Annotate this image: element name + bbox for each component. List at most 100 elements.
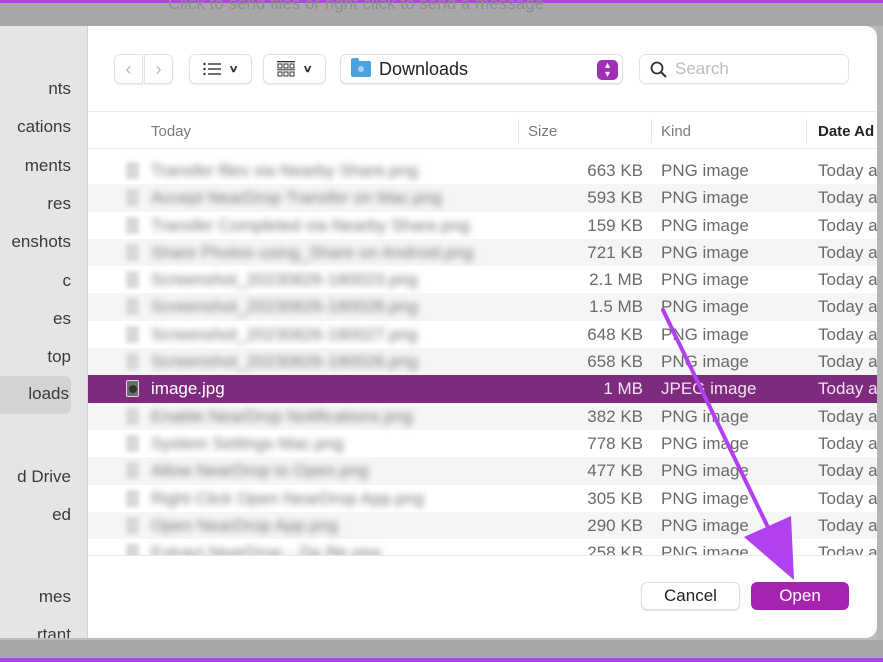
file-row[interactable]: Transfer files via Nearby Share.png 663 K… bbox=[88, 157, 877, 184]
file-row[interactable]: Right Click Open NearDrop App.png 305 KB P… bbox=[88, 485, 877, 512]
file-size: 258 KB bbox=[587, 543, 643, 555]
file-row[interactable]: System Settings Mac.png 778 KB PNG image To… bbox=[88, 430, 877, 457]
chevron-down-icon: ∨ bbox=[302, 63, 314, 75]
file-name: Extract NearDrop - Zip file.png bbox=[151, 543, 381, 555]
file-date-added: Today a bbox=[818, 242, 877, 262]
sidebar-item-downloads[interactable]: loads bbox=[0, 376, 71, 414]
column-header: Today Size Kind Date Ad bbox=[88, 111, 877, 149]
column-date-added[interactable]: Date Ad bbox=[818, 123, 874, 140]
file-name: Screenshot_20230826-180027.png bbox=[151, 324, 418, 344]
file-size: 721 KB bbox=[587, 242, 643, 262]
file-row[interactable]: Screenshot_20230826-180027.png 648 KB PNG … bbox=[88, 321, 877, 348]
file-kind: JPEG image bbox=[661, 379, 757, 399]
file-row[interactable]: Open NearDrop App.png 290 KB PNG image Toda… bbox=[88, 511, 877, 540]
file-row[interactable]: Screenshot_20230826-180023.png 2.1 MB PNG … bbox=[88, 266, 877, 293]
back-button[interactable]: ‹ bbox=[114, 54, 143, 84]
file-name: Allow NearDrop to Open.png bbox=[151, 461, 369, 481]
column-divider[interactable] bbox=[518, 119, 519, 143]
file-date-added: Today a bbox=[818, 324, 877, 344]
location-popup[interactable]: Downloads ▴ ▾ bbox=[340, 54, 623, 84]
sidebar-item-tag-important[interactable]: rtant bbox=[37, 625, 71, 638]
search-icon bbox=[650, 61, 667, 78]
file-row[interactable]: Allow NearDrop to Open.png 477 KB PNG imag… bbox=[88, 457, 877, 485]
file-row[interactable]: Transfer Completed via Nearby Share.png 1… bbox=[88, 212, 877, 239]
chevron-down-icon: ∨ bbox=[228, 63, 240, 75]
file-row[interactable]: Enable NearDrop Notifications.png 382 KB P… bbox=[88, 402, 877, 430]
file-icon bbox=[126, 434, 139, 452]
sidebar-item-icloud-drive[interactable]: d Drive bbox=[17, 467, 71, 487]
file-date-added: Today a bbox=[818, 488, 877, 508]
open-button[interactable]: Open bbox=[751, 582, 849, 610]
forward-button[interactable]: › bbox=[144, 54, 173, 84]
sidebar-item-applications[interactable]: cations bbox=[17, 117, 71, 137]
file-date-added: Today a bbox=[818, 543, 877, 555]
file-date-added: Today a bbox=[818, 352, 877, 372]
file-name: Transfer Completed via Nearby Share.png bbox=[151, 215, 470, 235]
file-size: 778 KB bbox=[587, 433, 643, 453]
sidebar-item-documents[interactable]: ments bbox=[25, 156, 71, 176]
column-divider[interactable] bbox=[806, 119, 807, 143]
column-size[interactable]: Size bbox=[528, 123, 557, 140]
search-field[interactable] bbox=[639, 54, 849, 84]
file-name: Accept NearDrop Transfer on Mac.png bbox=[151, 188, 443, 208]
file-date-added: Today a bbox=[818, 515, 877, 535]
file-row[interactable]: Screenshot_20230826-180028.png 1.5 MB PNG … bbox=[88, 293, 877, 321]
up-down-chevron-icon[interactable]: ▴ ▾ bbox=[597, 60, 618, 80]
file-name: Screenshot_20230826-180028.png bbox=[151, 352, 418, 372]
file-date-added: Today a bbox=[818, 461, 877, 481]
sidebar-item-recents[interactable]: nts bbox=[48, 79, 71, 99]
chevron-left-icon: ‹ bbox=[125, 58, 132, 79]
chevron-right-icon: › bbox=[155, 58, 162, 79]
file-kind: PNG image bbox=[661, 406, 749, 426]
column-name[interactable]: Today bbox=[151, 123, 191, 140]
column-divider[interactable] bbox=[651, 119, 652, 143]
file-icon bbox=[126, 353, 139, 371]
file-kind: PNG image bbox=[661, 324, 749, 344]
sidebar-item-screenshots[interactable]: enshots bbox=[11, 232, 71, 252]
file-icon bbox=[126, 216, 139, 234]
sidebar-item-music[interactable]: c bbox=[63, 271, 72, 291]
file-icon bbox=[126, 516, 139, 534]
file-date-added: Today a bbox=[818, 433, 877, 453]
file-kind: PNG image bbox=[661, 270, 749, 290]
frame-bottom-border bbox=[0, 658, 883, 662]
file-date-added: Today a bbox=[818, 297, 877, 317]
cancel-button[interactable]: Cancel bbox=[641, 582, 740, 610]
file-date-added: Today a bbox=[818, 270, 877, 290]
search-input[interactable] bbox=[675, 59, 835, 79]
sidebar-item-pictures[interactable]: res bbox=[47, 194, 71, 214]
file-row[interactable]: Extract NearDrop - Zip file.png 258 KB PNG… bbox=[88, 539, 877, 555]
file-date-added: Today a bbox=[818, 188, 877, 208]
file-name: Enable NearDrop Notifications.png bbox=[151, 406, 413, 426]
file-kind: PNG image bbox=[661, 352, 749, 372]
list-view-button[interactable]: ∨ bbox=[189, 54, 252, 84]
file-icon bbox=[126, 271, 139, 289]
location-label: Downloads bbox=[379, 58, 469, 79]
file-kind: PNG image bbox=[661, 242, 749, 262]
file-row[interactable]: Screenshot_20230826-180028.png 658 KB PNG … bbox=[88, 348, 877, 376]
file-row-selected[interactable]: image.jpg 1 MB JPEG image Today a bbox=[88, 375, 877, 403]
file-size: 290 KB bbox=[587, 515, 643, 535]
sidebar: nts cations ments res enshots c es top l… bbox=[0, 26, 88, 638]
file-name: Screenshot_20230826-180023.png bbox=[151, 270, 418, 290]
sidebar-item-tag-games[interactable]: mes bbox=[39, 587, 71, 607]
file-icon bbox=[126, 189, 139, 207]
file-icon bbox=[126, 243, 139, 261]
file-date-added: Today a bbox=[818, 161, 877, 180]
file-icon bbox=[126, 325, 139, 343]
file-size: 305 KB bbox=[587, 488, 643, 508]
background-hint-text: Click to send files or right click to se… bbox=[168, 0, 545, 13]
file-size: 663 KB bbox=[587, 161, 643, 180]
file-size: 477 KB bbox=[587, 461, 643, 481]
downloads-folder-icon bbox=[351, 58, 371, 77]
column-kind[interactable]: Kind bbox=[661, 123, 691, 140]
sidebar-item-shared[interactable]: ed bbox=[52, 505, 71, 525]
file-kind: PNG image bbox=[661, 515, 749, 535]
file-row[interactable]: Accept NearDrop Transfer on Mac.png 593 K… bbox=[88, 184, 877, 212]
open-file-dialog: ‹ › ∨ ∨ Downloads ▴▾ Today Size bbox=[88, 26, 877, 638]
group-view-button[interactable]: ∨ bbox=[263, 54, 326, 84]
file-row[interactable]: Share Photos using_Share on Android.png 7… bbox=[88, 238, 877, 267]
sidebar-item-desktop[interactable]: top bbox=[47, 347, 71, 367]
file-size: 1 MB bbox=[603, 379, 643, 399]
sidebar-item-movies[interactable]: es bbox=[53, 309, 71, 329]
